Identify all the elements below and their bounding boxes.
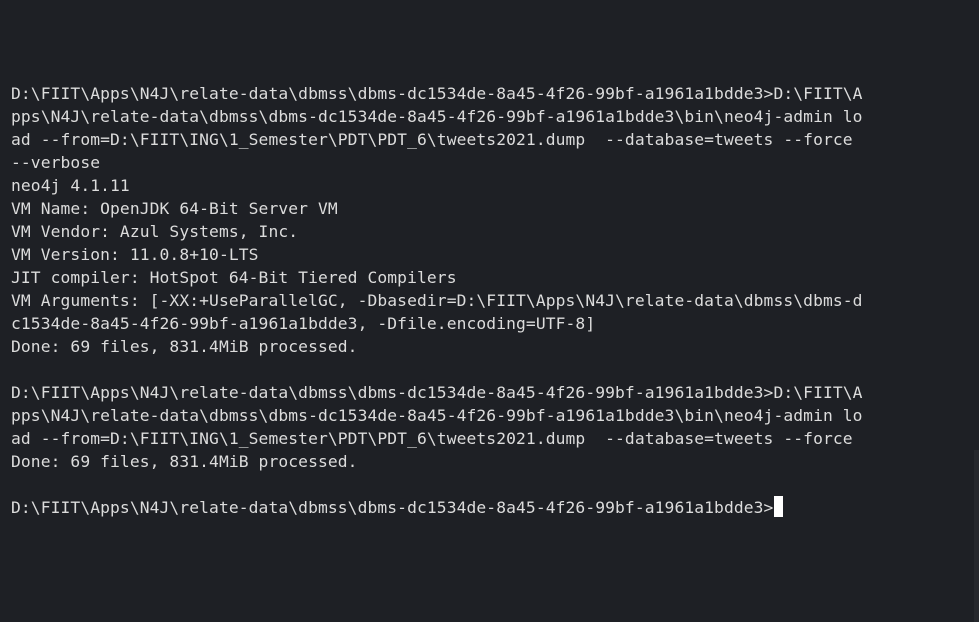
text-cursor bbox=[774, 496, 784, 517]
prompt-text: D:\FIIT\Apps\N4J\relate-data\dbmss\dbms-… bbox=[11, 498, 774, 517]
output-line: ad --from=D:\FIIT\ING\1_Semester\PDT\PDT… bbox=[11, 429, 853, 448]
prompt-line[interactable]: D:\FIIT\Apps\N4J\relate-data\dbmss\dbms-… bbox=[11, 496, 979, 519]
output-line: Done: 69 files, 831.4MiB processed. bbox=[11, 337, 358, 356]
output-line: pps\N4J\relate-data\dbmss\dbms-dc1534de-… bbox=[11, 107, 863, 126]
output-line: c1534de-8a45-4f26-99bf-a1961a1bdde3, -Df… bbox=[11, 314, 596, 333]
output-line: D:\FIIT\Apps\N4J\relate-data\dbmss\dbms-… bbox=[11, 383, 863, 402]
output-line: ad --from=D:\FIIT\ING\1_Semester\PDT\PDT… bbox=[11, 130, 853, 149]
output-line: JIT compiler: HotSpot 64-Bit Tiered Comp… bbox=[11, 268, 457, 287]
terminal-window[interactable]: D:\FIIT\Apps\N4J\relate-data\dbmss\dbms-… bbox=[0, 0, 979, 622]
output-line: VM Arguments: [-XX:+UseParallelGC, -Dbas… bbox=[11, 291, 863, 310]
output-line: VM Vendor: Azul Systems, Inc. bbox=[11, 222, 299, 241]
output-line: VM Name: OpenJDK 64-Bit Server VM bbox=[11, 199, 338, 218]
output-line: VM Version: 11.0.8+10-LTS bbox=[11, 245, 259, 264]
output-line: --verbose bbox=[11, 153, 101, 172]
output-line: Done: 69 files, 831.4MiB processed. bbox=[11, 452, 358, 471]
scrollbar[interactable] bbox=[974, 450, 979, 622]
output-line: neo4j 4.1.11 bbox=[11, 176, 130, 195]
output-line: D:\FIIT\Apps\N4J\relate-data\dbmss\dbms-… bbox=[11, 84, 863, 103]
output-line: pps\N4J\relate-data\dbmss\dbms-dc1534de-… bbox=[11, 406, 863, 425]
